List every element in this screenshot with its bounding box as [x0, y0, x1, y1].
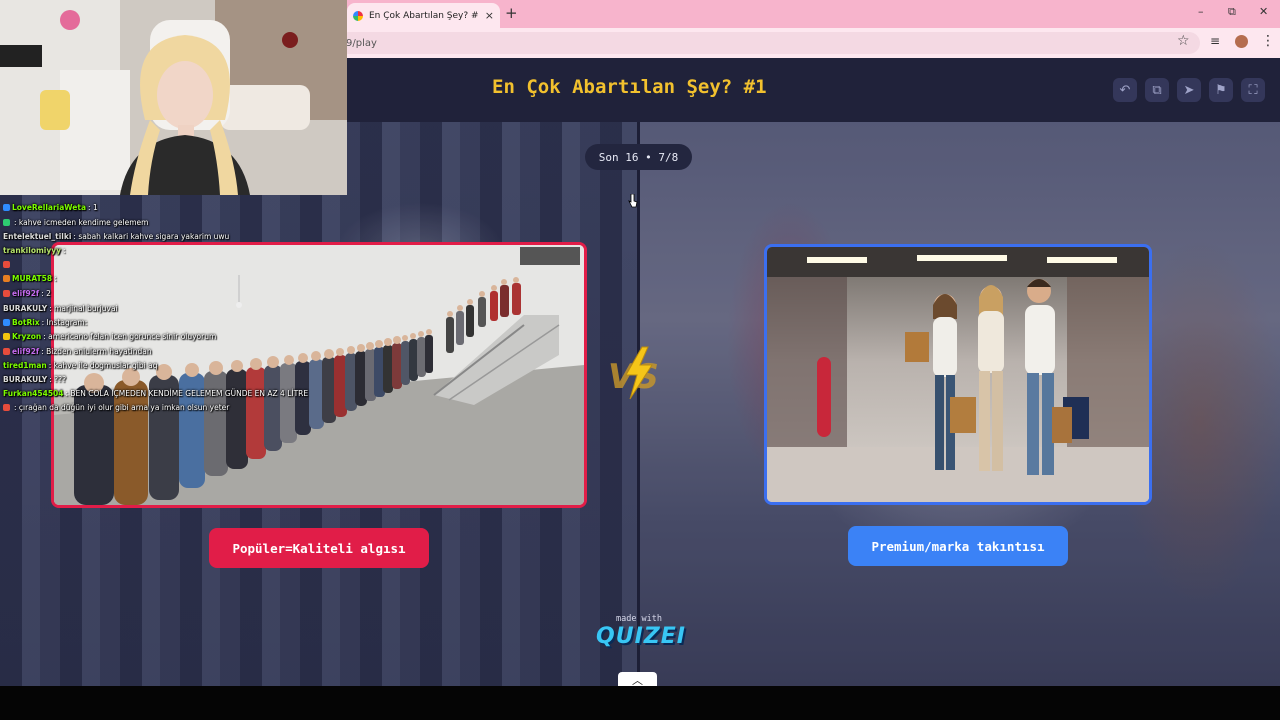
- chat-message: Furkan454504 : BEN COLA İÇMEDEN KENDİME …: [3, 386, 308, 400]
- scroll-up-button[interactable]: ︿: [618, 672, 657, 686]
- undo-icon[interactable]: ↶: [1113, 78, 1137, 102]
- restore-button[interactable]: ⧉: [1228, 5, 1236, 19]
- left-choice-button[interactable]: Popüler=Kaliteli algısı: [209, 528, 429, 568]
- chat-message: : kahve icmeden kendime gelemem: [3, 215, 148, 229]
- close-window-button[interactable]: ✕: [1259, 5, 1268, 18]
- round-progress-badge: Son 16 • 7/8: [585, 144, 692, 170]
- media-controls-icon[interactable]: ≡: [1210, 34, 1220, 48]
- stream-chat: LoveRellariaWeta : 1 : kahve icmeden ken…: [0, 186, 348, 426]
- chat-username: Furkan454504: [3, 388, 64, 398]
- tab-title: En Çok Abartılan Şey? #1 - Tier: [369, 10, 479, 21]
- chat-message: BURAKULY : ???: [3, 372, 66, 386]
- chat-username: MURAT58: [12, 273, 53, 283]
- quiz-title: En Çok Abartılan Şey? #1: [492, 76, 767, 98]
- chat-message: MURAT58 :: [3, 271, 57, 285]
- chat-text: : kahve ile dogmuslar gibi aq: [48, 360, 158, 370]
- chat-text: : 1: [88, 202, 98, 212]
- url-input[interactable]: 9/play: [338, 32, 1200, 54]
- versus-lightning-icon: VS: [608, 346, 659, 400]
- chat-message: elif92f : Bizden anlulerm hayatindan: [3, 344, 152, 358]
- new-tab-button[interactable]: +: [505, 4, 518, 22]
- chat-badge-icon: [3, 403, 10, 411]
- url-text: 9/play: [346, 37, 377, 49]
- chat-username: LoveRellariaWeta: [12, 202, 87, 212]
- streamer-webcam: [0, 0, 347, 195]
- chat-message: Entelektuel_tilki : sabah kalkari kahve …: [3, 229, 229, 243]
- chat-message: elif92f : 2: [3, 286, 51, 300]
- chat-text: : 2: [41, 288, 51, 298]
- chat-username: Entelektuel_tilki: [3, 231, 72, 241]
- chat-username: Kryzon: [12, 331, 42, 341]
- chat-text: : marjinal burjuvai: [49, 303, 118, 313]
- quiz-header: [347, 58, 1280, 122]
- browser-menu-icon[interactable]: ⋮: [1261, 33, 1275, 49]
- shoppers-photo: [767, 247, 1149, 502]
- bottom-letterbox: [0, 686, 1280, 720]
- flag-icon[interactable]: ⚑: [1209, 78, 1233, 102]
- chat-text: : americano felan icen gorunce sinir olu…: [43, 331, 217, 341]
- bookmark-star-icon[interactable]: ☆: [1177, 33, 1190, 49]
- minimize-button[interactable]: –: [1198, 5, 1204, 18]
- chat-message: trankilomiyyy :: [3, 243, 66, 257]
- mouse-cursor-icon: [628, 194, 638, 208]
- chat-text: : kahve icmeden kendime gelemem: [14, 217, 149, 227]
- profile-avatar-icon[interactable]: [1235, 35, 1248, 48]
- chat-message: : çırağan da düğün iyi olur gibi arna ya…: [3, 400, 229, 414]
- chat-username: elif92f: [12, 288, 40, 298]
- chat-username: BURAKULY: [3, 374, 48, 384]
- chat-message: BURAKULY : marjinal burjuvai: [3, 301, 118, 315]
- chat-badge-icon: [3, 347, 10, 355]
- browser-tab[interactable]: En Çok Abartılan Şey? #1 - Tier ×: [347, 3, 500, 28]
- chat-text: : Bizden anlulerm hayatindan: [41, 346, 152, 356]
- chat-text: : Instagram:: [41, 317, 88, 327]
- chat-username: BURAKULY: [3, 303, 48, 313]
- chat-username: tired1man: [3, 360, 47, 370]
- site-favicon-icon: [353, 10, 363, 21]
- fullscreen-icon[interactable]: ⛶: [1241, 78, 1265, 102]
- tab-close-icon[interactable]: ×: [485, 9, 494, 22]
- chat-message: Kryzon : americano felan icen gorunce si…: [3, 329, 216, 343]
- chat-text: :: [54, 273, 57, 283]
- chat-badge-icon: [3, 218, 10, 226]
- chat-username: BotRix: [12, 317, 40, 327]
- chat-badge-icon: [3, 274, 10, 282]
- chat-username: elif92f: [12, 346, 40, 356]
- chat-message: tired1man : kahve ile dogmuslar gibi aq: [3, 358, 157, 372]
- right-choice-button[interactable]: Premium/marka takıntısı: [848, 526, 1068, 566]
- chat-text: : çırağan da düğün iyi olur gibi arna ya…: [14, 402, 230, 412]
- chat-badge-icon: [3, 289, 10, 297]
- chat-message: [3, 257, 14, 271]
- right-choice-image[interactable]: [764, 244, 1152, 505]
- send-icon[interactable]: ➤: [1177, 78, 1201, 102]
- chat-username: trankilomiyyy: [3, 245, 62, 255]
- chat-badge-icon: [3, 318, 10, 326]
- screen: En Çok Abartılan Şey? #1 - Tier × + – ⧉ …: [0, 0, 1280, 720]
- chat-text: :: [63, 245, 66, 255]
- chat-badge-icon: [3, 203, 10, 211]
- chat-badge-icon: [3, 332, 10, 340]
- chat-text: : ???: [49, 374, 67, 384]
- chat-text: : BEN COLA İÇMEDEN KENDİME GELEMEM GÜNDE…: [65, 388, 309, 398]
- quizei-logo[interactable]: QUIZEI: [596, 624, 685, 649]
- chat-message: BotRix : Instagram:: [3, 315, 87, 329]
- chat-message: LoveRellariaWeta : 1: [3, 200, 98, 214]
- webcam-feed: [0, 0, 347, 195]
- chat-badge-icon: [3, 260, 10, 268]
- made-with-label: made with: [615, 614, 663, 624]
- share-icon[interactable]: ⧉: [1145, 78, 1169, 102]
- chat-text: : sabah kalkari kahve sigara yakarim uwu: [73, 231, 230, 241]
